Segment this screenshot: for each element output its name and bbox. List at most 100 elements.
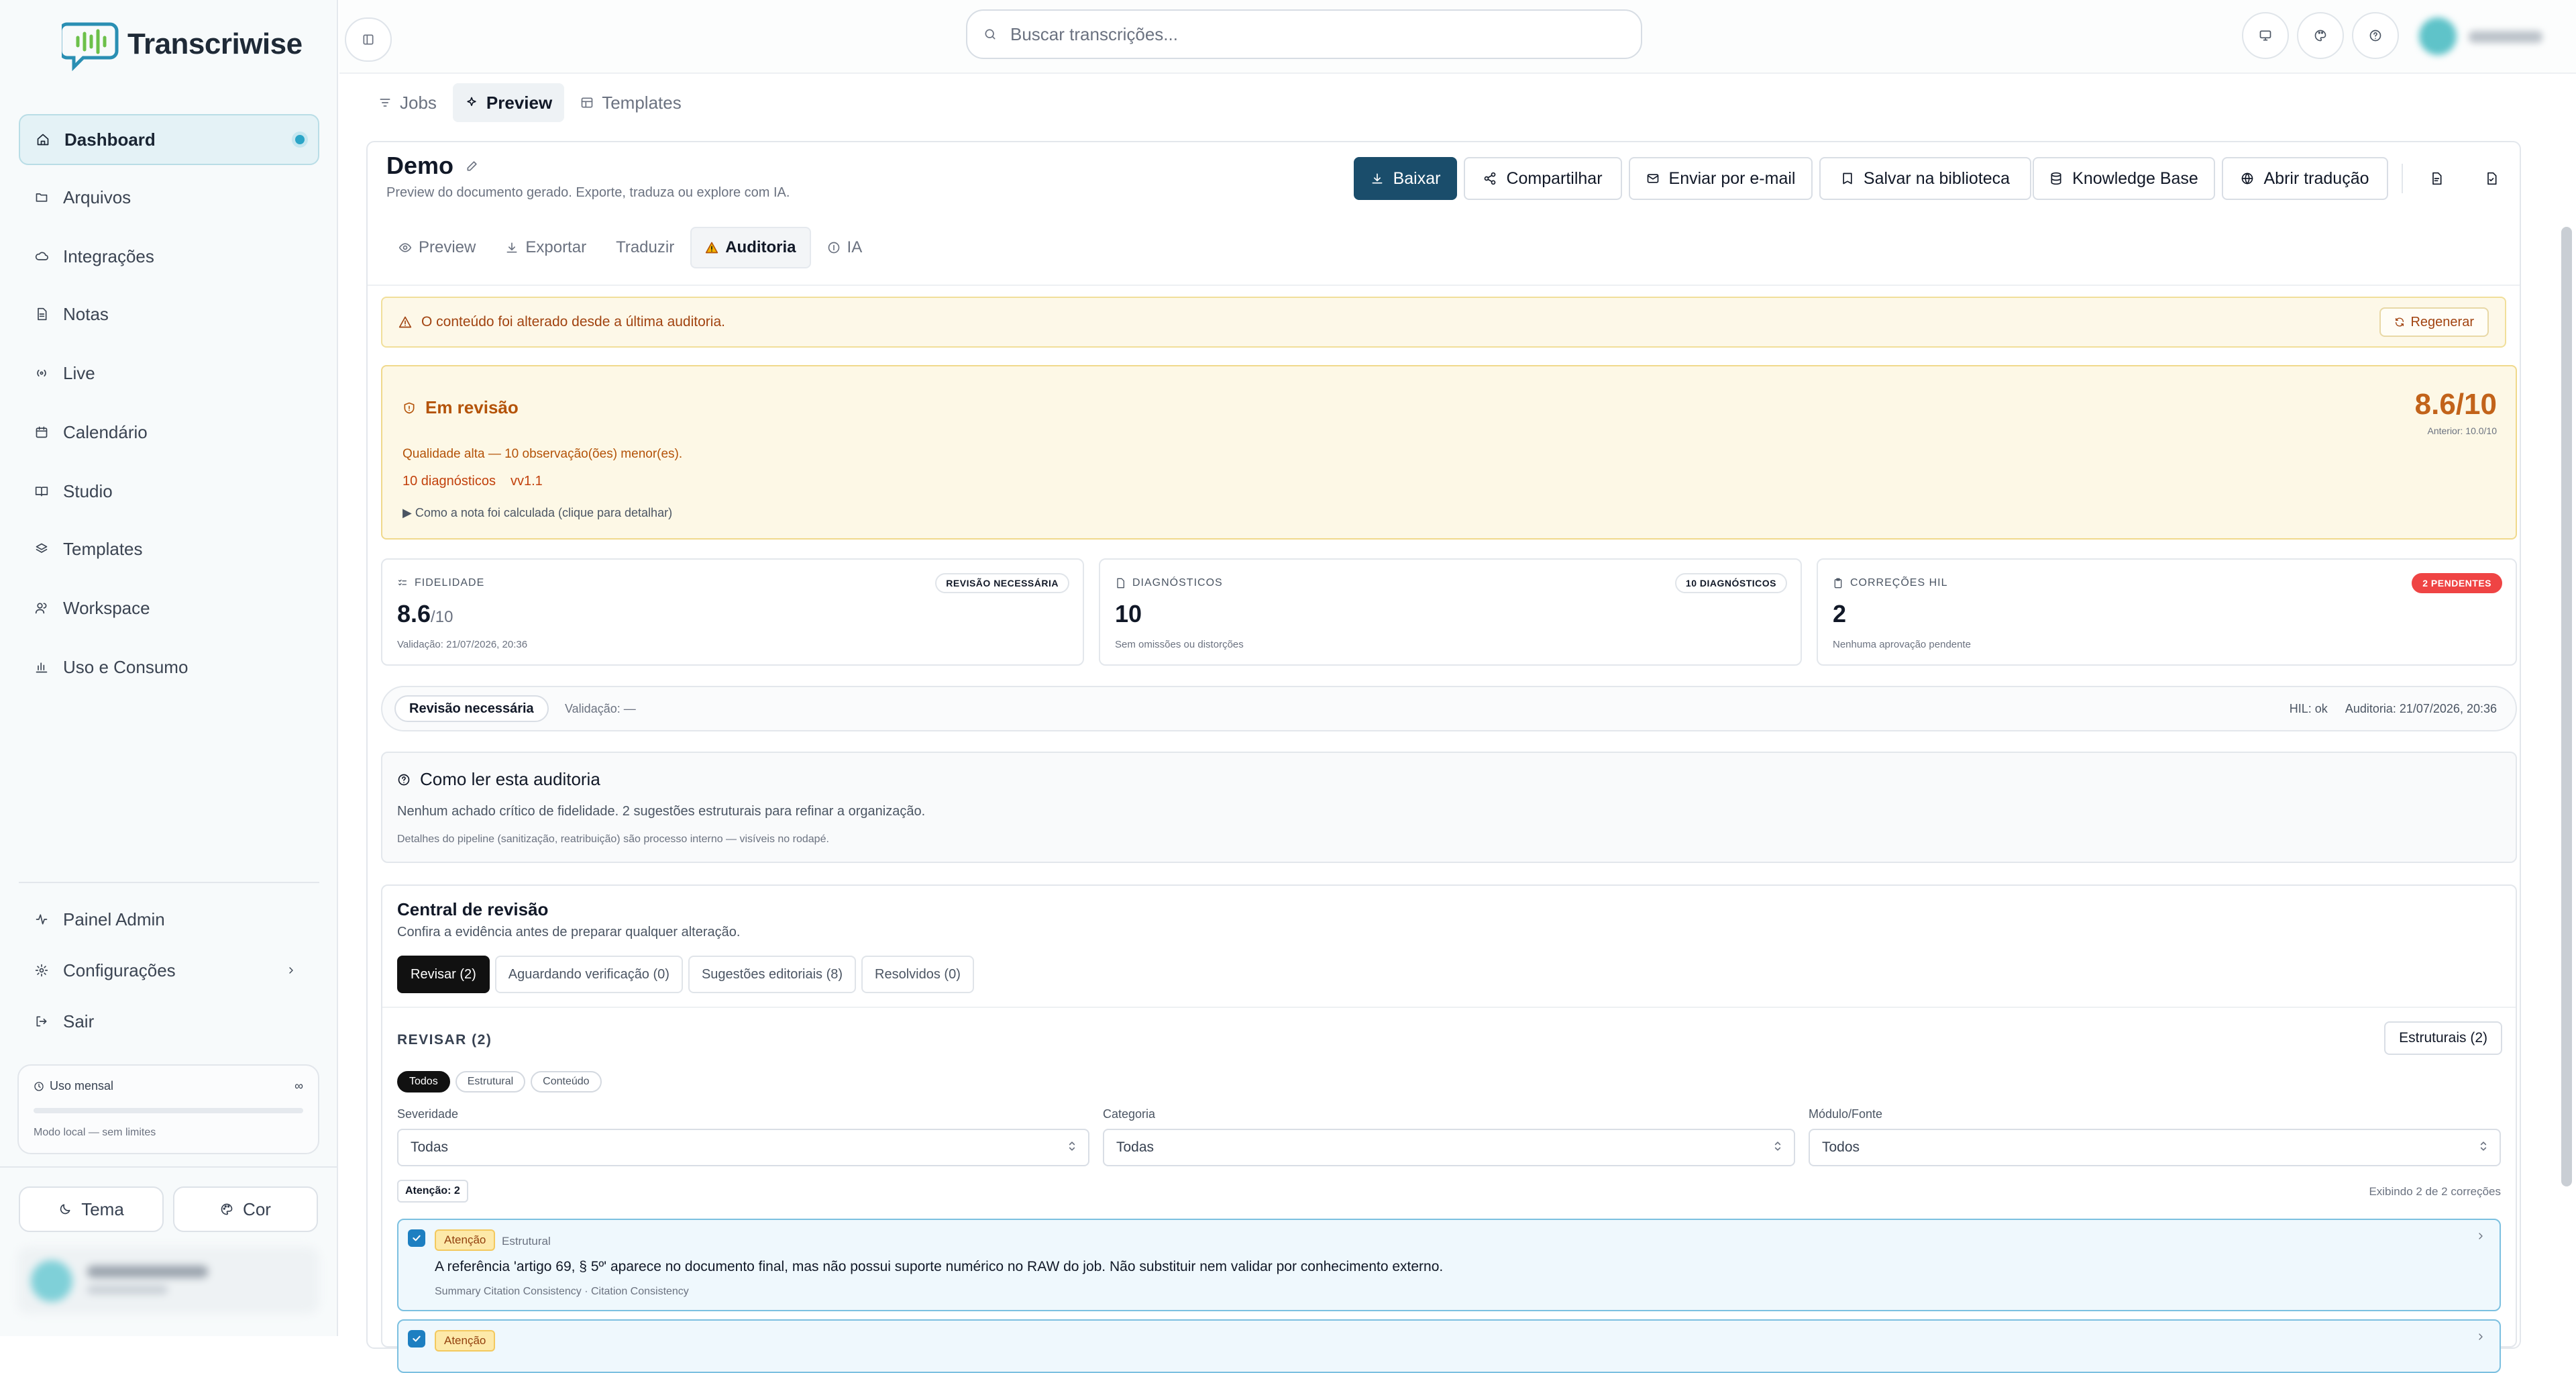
tab-auditoria[interactable]: Auditoria (690, 227, 811, 268)
user-profile-card[interactable] (17, 1247, 319, 1314)
tab-exportar[interactable]: Exportar (492, 227, 600, 268)
tab-jobs[interactable]: Jobs (366, 83, 449, 122)
correction-item[interactable]: Atenção Estrutural A referência 'artigo … (397, 1219, 2501, 1311)
divider (382, 1007, 2516, 1008)
structural-filter-button[interactable]: Estruturais (2) (2384, 1021, 2502, 1055)
sidebar-item-configuracoes[interactable]: Configurações (19, 945, 319, 996)
sidebar-item-live[interactable]: Live (19, 348, 319, 399)
tab-traduzir[interactable]: Traduzir (602, 227, 688, 268)
document-button[interactable] (2415, 157, 2458, 200)
chevron-right-icon[interactable] (2475, 1331, 2486, 1342)
review-center-subtitle: Confira a evidência antes de preparar qu… (397, 925, 741, 939)
diagnostics-link[interactable]: 10 diagnósticos (402, 474, 496, 489)
edit-icon[interactable] (466, 159, 479, 172)
sidebar-item-notas[interactable]: Notas (19, 289, 319, 340)
search-input[interactable]: Buscar transcrições... (966, 9, 1642, 59)
email-button[interactable]: Enviar por e-mail (1629, 157, 1813, 200)
severity-tag: Atenção (435, 1229, 496, 1251)
metric-label: CORREÇÕES HIL (1850, 577, 1948, 589)
layers-icon (36, 543, 48, 553)
review-title: Em revisão (425, 397, 519, 417)
chip-estrutural[interactable]: Estrutural (455, 1071, 526, 1092)
item-checkbox[interactable] (408, 1229, 425, 1247)
avatar (2419, 17, 2457, 55)
tab-preview-view[interactable]: Preview (385, 227, 489, 268)
regenerate-button[interactable]: Regenerar (2379, 307, 2489, 337)
knowledge-base-button[interactable]: Knowledge Base (2033, 157, 2215, 200)
tab-templates[interactable]: Templates (568, 83, 694, 122)
tab-ia[interactable]: IA (814, 227, 876, 268)
app-name: Transcriwise (127, 28, 303, 60)
color-button[interactable]: Cor (173, 1186, 318, 1232)
status-pill: Revisão necessária (394, 695, 549, 722)
hil-status: HIL: ok (2289, 702, 2328, 715)
sidebar-item-studio[interactable]: Studio (19, 466, 319, 517)
theme-label: Tema (81, 1199, 124, 1219)
metric-subtext: Validação: 21/07/2026, 20:36 (397, 639, 528, 650)
sidebar-item-uso-consumo[interactable]: Uso e Consumo (19, 642, 319, 693)
metric-value: 2 (1833, 600, 1846, 628)
clock-icon (34, 1081, 44, 1091)
help-button[interactable] (2352, 12, 2399, 59)
check-icon (413, 1335, 421, 1342)
sidebar-item-label: Live (63, 362, 95, 383)
regenerate-label: Regenerar (2410, 314, 2474, 329)
tab-revisar[interactable]: Revisar (2) (397, 956, 490, 993)
chip-todos[interactable]: Todos (397, 1071, 450, 1092)
sidebar-item-calendario[interactable]: Calendário (19, 407, 319, 458)
file-check-icon (2487, 172, 2497, 185)
tab-preview[interactable]: Preview (452, 83, 565, 122)
cloud-icon (35, 252, 48, 260)
header-user-menu[interactable] (2419, 12, 2553, 59)
sidebar-item-dashboard[interactable]: Dashboard (19, 114, 319, 165)
activity-icon (36, 914, 48, 925)
open-translation-button[interactable]: Abrir tradução (2222, 157, 2388, 200)
user-name-blurred (2469, 31, 2542, 43)
tab-aguardando[interactable]: Aguardando verificação (0) (494, 956, 683, 993)
chevrons-up-down-icon (1774, 1141, 1781, 1151)
sidebar-item-integracoes[interactable]: Integrações (19, 231, 319, 282)
metric-correcoes-hil: CORREÇÕES HIL 2 PENDENTES 2 Nenhuma apro… (1817, 558, 2517, 666)
tab-label: Traduzir (616, 238, 675, 256)
howto-heading: Como ler esta auditoria (397, 769, 600, 790)
item-checkbox[interactable] (408, 1330, 425, 1347)
scrollbar[interactable] (2561, 227, 2572, 1186)
status-badge: REVISÃO NECESSÁRIA (935, 573, 1069, 593)
tab-resolvidos[interactable]: Resolvidos (0) (861, 956, 974, 993)
filter-label-modulo: Módulo/Fonte (1809, 1107, 1883, 1121)
sidebar-item-templates[interactable]: Templates (19, 523, 319, 574)
type-filter-chips: Todos Estrutural Conteúdo (397, 1071, 602, 1092)
sidebar-item-arquivos[interactable]: Arquivos (19, 172, 319, 223)
sidebar-toggle-button[interactable] (345, 17, 392, 62)
info-icon (828, 242, 839, 254)
sidebar-item-sair[interactable]: Sair (19, 996, 319, 1047)
theme-button[interactable]: Tema (19, 1186, 164, 1232)
correction-item[interactable]: Atenção (397, 1319, 2501, 1373)
folder-icon (36, 193, 48, 202)
download-button[interactable]: Baixar (1354, 157, 1457, 200)
app-logo[interactable]: Transcriwise (62, 17, 303, 71)
sidebar-item-label: Templates (63, 538, 143, 559)
chip-conteudo[interactable]: Conteúdo (531, 1071, 602, 1092)
score-calculation-toggle[interactable]: ▶ Como a nota foi calculada (clique para… (402, 506, 672, 520)
share-label: Compartilhar (1506, 168, 1603, 188)
metric-label-row: FIDELIDADE (397, 577, 484, 589)
tab-sugestoes[interactable]: Sugestões editoriais (8) (688, 956, 857, 993)
palette-button[interactable] (2297, 12, 2344, 59)
sidebar-item-workspace[interactable]: Workspace (19, 582, 319, 633)
document-title: Demo (386, 152, 479, 180)
save-library-button[interactable]: Salvar na biblioteca (1819, 157, 2031, 200)
module-select[interactable]: Todos (1809, 1129, 2501, 1166)
category-select[interactable]: Todas (1103, 1129, 1795, 1166)
document-export-button[interactable] (2470, 157, 2513, 200)
monitor-button[interactable] (2242, 12, 2289, 59)
severity-select[interactable]: Todas (397, 1129, 1089, 1166)
share-button[interactable]: Compartilhar (1464, 157, 1622, 200)
gear-icon (35, 964, 48, 977)
review-score: 8.6/10 (2414, 388, 2497, 421)
item-source: Summary Citation Consistency · Citation … (435, 1286, 689, 1297)
palette-icon (221, 1203, 233, 1215)
search-placeholder: Buscar transcrições... (1010, 23, 1178, 44)
sidebar-item-painel-admin[interactable]: Painel Admin (19, 894, 319, 945)
chevron-right-icon[interactable] (2475, 1231, 2486, 1241)
